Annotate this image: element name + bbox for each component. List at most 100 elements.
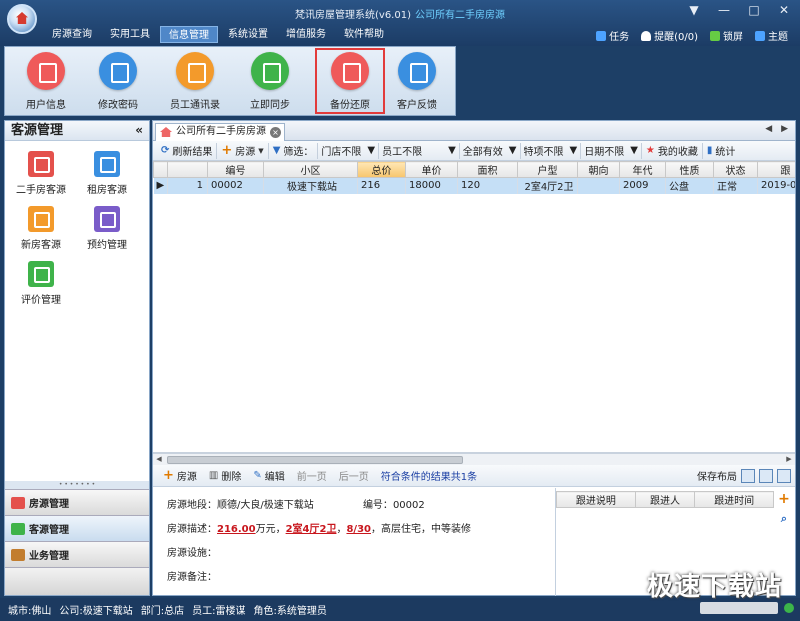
- layout-bottom-icon[interactable]: [759, 468, 773, 483]
- col-status[interactable]: 状态: [713, 161, 758, 178]
- menu-value-added[interactable]: 增值服务: [278, 26, 334, 43]
- star-icon: ★: [645, 145, 655, 156]
- sync-now-button[interactable]: 立即同步: [235, 52, 305, 111]
- horizontal-scrollbar[interactable]: ◀ ▶: [153, 453, 795, 465]
- menu-house-query[interactable]: 房源查询: [44, 26, 100, 43]
- close-tab-icon[interactable]: ×: [270, 127, 281, 138]
- add-listing-button[interactable]: + 房源 ▼: [217, 142, 269, 159]
- store-filter[interactable]: 门店不限 ▼: [318, 142, 380, 159]
- module-appointments[interactable]: 预约管理: [75, 206, 139, 251]
- col-layout[interactable]: 户型: [517, 161, 578, 178]
- house-icon: [160, 127, 172, 137]
- cell-id: 00002: [207, 177, 264, 194]
- theme-button[interactable]: 主题: [755, 28, 788, 43]
- bell-icon: [641, 30, 652, 41]
- cell-area: 120: [457, 177, 518, 194]
- minimize-icon[interactable]: —: [716, 3, 732, 17]
- col-follow-person[interactable]: 跟进人: [634, 491, 696, 508]
- module-reviews[interactable]: 评价管理: [9, 261, 73, 306]
- col-id[interactable]: 编号: [207, 161, 264, 178]
- col-nature[interactable]: 性质: [665, 161, 714, 178]
- col-total-price[interactable]: 总价: [357, 161, 406, 178]
- nav-house-management[interactable]: 房源管理: [5, 489, 149, 515]
- detail-desc-row: 房源描述：216.00万元，2室4厅2卫，8/30，高层住宅，中等装修: [167, 520, 471, 535]
- layout-full-icon[interactable]: [777, 468, 791, 483]
- col-unit-price[interactable]: 单价: [405, 161, 458, 178]
- detail-note-row: 房源备注：: [167, 568, 217, 583]
- refresh-button[interactable]: ⟳ 刷新结果: [157, 142, 218, 159]
- menu-system-settings[interactable]: 系统设置: [220, 26, 276, 43]
- search-follow-icon[interactable]: ⌕: [777, 513, 791, 527]
- building-icon: [28, 206, 54, 232]
- module-secondhand-clients[interactable]: 二手房客源: [9, 151, 73, 196]
- status-company: 公司:极速下载站: [59, 606, 133, 617]
- chevron-down-icon: ▼: [508, 145, 517, 156]
- task-button[interactable]: 任务: [596, 28, 629, 43]
- mail-icon: [398, 52, 436, 90]
- close-icon[interactable]: ✕: [776, 3, 792, 17]
- staff-contacts-label: 员工通讯录: [170, 100, 220, 111]
- contacts-icon: [176, 52, 214, 90]
- customer-feedback-button[interactable]: 客户反馈: [382, 52, 452, 111]
- prev-page-button[interactable]: 前一页: [291, 468, 333, 483]
- splitter-grip[interactable]: • • • • • • •: [5, 481, 149, 489]
- special-filter[interactable]: 特项不限 ▼: [521, 142, 582, 159]
- col-follow-time[interactable]: 跟进时间: [694, 491, 774, 508]
- trash-icon: ▥: [208, 470, 219, 481]
- col-year[interactable]: 年代: [619, 161, 666, 178]
- menu-help[interactable]: 软件帮助: [336, 26, 392, 43]
- menu-tools[interactable]: 实用工具: [102, 26, 158, 43]
- lock-screen-button[interactable]: 锁屏: [710, 28, 743, 43]
- col-community[interactable]: 小区: [263, 161, 358, 178]
- table-row[interactable]: ▶ 1 00002 极速下载站 216 18000 120 2室4厅2卫 200…: [153, 177, 795, 194]
- collapse-icon[interactable]: «: [135, 121, 143, 140]
- save-layout-button[interactable]: 保存布局: [697, 468, 737, 483]
- stats-label: 统计: [715, 147, 736, 158]
- staff-filter[interactable]: 员工不限 ▼: [379, 142, 460, 159]
- add-follow-icon[interactable]: +: [777, 492, 791, 507]
- title-bar: 梵讯房屋管理系统(v6.01) 公司所有二手房房源 ▼ — □ ✕ 房源查询 实用…: [0, 0, 800, 46]
- col-follow-desc[interactable]: 跟进说明: [556, 491, 636, 508]
- scroll-left-icon[interactable]: ◀: [153, 454, 165, 465]
- main-panel: 公司所有二手房房源 × ◀ ▶ ⟳ 刷新结果 + 房源 ▼ ▼ 筛选： 门店不限 ▼ 员工…: [152, 120, 796, 596]
- validity-filter[interactable]: 全部有效 ▼: [460, 142, 521, 159]
- delete-button[interactable]: ▥ 删除: [203, 468, 247, 483]
- layout-left-icon[interactable]: [741, 468, 755, 483]
- date-filter[interactable]: 日期不限 ▼: [581, 142, 642, 159]
- col-rownum: [167, 161, 208, 178]
- col-follow[interactable]: 跟: [757, 161, 795, 178]
- module-rent-clients[interactable]: 租房客源: [75, 151, 139, 196]
- dropdown-icon[interactable]: ▼: [686, 3, 702, 17]
- favorites-button[interactable]: ★ 我的收藏: [642, 142, 703, 159]
- col-area[interactable]: 面积: [457, 161, 518, 178]
- tab-scroll-arrows[interactable]: ◀ ▶: [765, 124, 791, 134]
- checkbox-icon: [596, 30, 607, 41]
- next-page-button[interactable]: 后一页: [333, 468, 375, 483]
- staff-contacts-button[interactable]: 员工通讯录: [160, 52, 230, 111]
- ribbon-panel: 用户信息 修改密码 员工通讯录 立即同步 备份还原 客户反馈: [4, 46, 456, 116]
- maximize-icon[interactable]: □: [746, 3, 762, 17]
- detail-facility-row: 房源设施：: [167, 544, 217, 559]
- layout-tools: 保存布局: [697, 468, 791, 483]
- edit-button[interactable]: ✎ 编辑: [247, 468, 290, 483]
- col-orientation[interactable]: 朝向: [577, 161, 620, 178]
- calendar-icon: [94, 206, 120, 232]
- menu-info-management[interactable]: 信息管理: [160, 26, 218, 43]
- briefcase-nav-icon: [11, 548, 25, 561]
- edit-label: 编辑: [264, 472, 285, 483]
- stats-button[interactable]: ▮ 统计: [703, 143, 740, 159]
- backup-restore-button[interactable]: 备份还原: [315, 48, 385, 114]
- user-info-button[interactable]: 用户信息: [11, 52, 81, 111]
- change-password-button[interactable]: 修改密码: [83, 52, 153, 111]
- nav-client-management[interactable]: 客源管理: [5, 515, 149, 541]
- sync-now-label: 立即同步: [250, 100, 290, 111]
- add-listing-button-2[interactable]: + 房源: [157, 468, 203, 483]
- reminder-button[interactable]: 提醒(0/0): [641, 28, 698, 43]
- filter-label-group: ▼ 筛选：: [269, 142, 319, 159]
- module-new-house-clients[interactable]: 新房客源: [9, 206, 73, 251]
- nav-business-management[interactable]: 业务管理: [5, 541, 149, 567]
- tab-company-listings[interactable]: 公司所有二手房房源 ×: [155, 123, 285, 141]
- scroll-right-icon[interactable]: ▶: [783, 454, 795, 465]
- scrollbar-thumb[interactable]: [167, 456, 463, 464]
- house-icon: [28, 151, 54, 177]
